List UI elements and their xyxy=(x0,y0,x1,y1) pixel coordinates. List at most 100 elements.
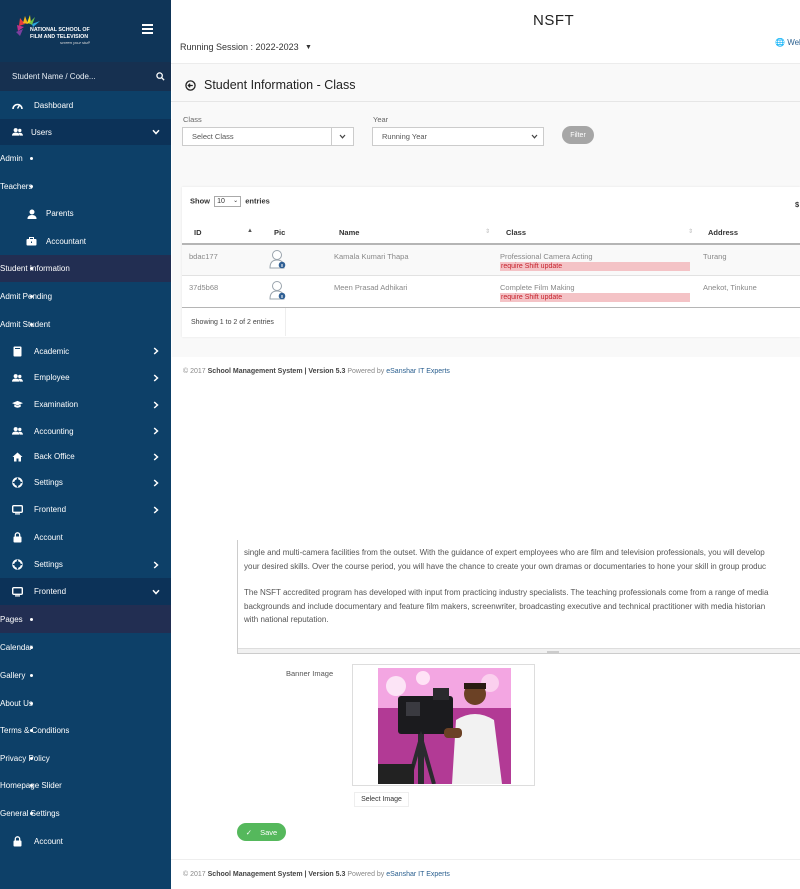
search-icon[interactable] xyxy=(149,67,171,87)
footer-system: School Management System | Version 5.3 xyxy=(207,871,346,878)
session-selector[interactable]: Running Session : 2022-2023 xyxy=(180,42,299,52)
sidebar-item-privacy-policy[interactable]: Privacy Policy xyxy=(0,744,171,772)
sidebar-item-label: Account xyxy=(34,836,63,846)
sidebar-item-gallery[interactable]: Gallery xyxy=(0,661,171,689)
chevron-right-icon xyxy=(152,478,160,487)
chevron-down-icon: ⌄ xyxy=(233,198,239,204)
column-header-id[interactable]: ID xyxy=(194,228,202,237)
column-header-address[interactable]: Address xyxy=(708,228,738,237)
sidebar-item-label: Academic xyxy=(34,346,70,356)
sidebar-item-account[interactable]: Account xyxy=(0,523,171,551)
sidebar-item-settings[interactable]: Settings xyxy=(0,551,171,578)
sidebar-item-parents[interactable]: Parents xyxy=(0,200,171,227)
sidebar: NATIONAL SCHOOL OF FILM AND TELEVISION s… xyxy=(0,0,171,889)
student-class: Professional Camera Acting xyxy=(500,252,593,261)
sidebar-item-examination[interactable]: Examination xyxy=(0,391,171,418)
sidebar-item-label: Parents xyxy=(46,209,74,218)
sidebar-item-admit-student[interactable]: Admit Student xyxy=(0,310,171,338)
sidebar-item-student-information[interactable]: Student Information xyxy=(0,255,171,282)
check-icon: ✓ xyxy=(245,827,253,837)
sidebar-item-settings[interactable]: Settings xyxy=(0,469,171,496)
monitor-icon xyxy=(12,504,23,515)
sidebar-item-homepage-slider[interactable]: Homepage Slider xyxy=(0,772,171,799)
footer-divider xyxy=(171,859,800,860)
sort-asc-icon[interactable]: ▲ xyxy=(247,228,253,234)
banner-image-preview xyxy=(352,664,535,786)
content-editor[interactable]: single and multi-camera facilities from … xyxy=(237,540,800,654)
year-label: Year xyxy=(373,115,389,124)
class-select[interactable]: Select Class xyxy=(182,127,354,146)
sidebar-item-label: Account xyxy=(34,532,63,542)
editor-resize-bar[interactable] xyxy=(238,648,800,653)
sidebar-item-calendar[interactable]: Calendar xyxy=(0,633,171,661)
lock-icon xyxy=(12,835,23,847)
footer-powered: Powered by xyxy=(347,871,385,878)
menu-toggle-icon[interactable] xyxy=(142,24,153,34)
sort-icon[interactable]: ⇕ xyxy=(688,228,693,235)
app-title: NSFT xyxy=(533,12,575,29)
student-class: Complete Film Making xyxy=(500,283,575,292)
sidebar-item-admin[interactable]: Admin xyxy=(0,145,171,172)
student-search-input[interactable]: Student Name / Code... xyxy=(12,72,149,81)
sidebar-item-back-office[interactable]: Back Office xyxy=(0,444,171,469)
back-arrow-icon[interactable] xyxy=(185,80,196,91)
sidebar-item-general-settings[interactable]: General Settings xyxy=(0,799,171,827)
student-search[interactable]: Student Name / Code... xyxy=(0,62,171,91)
table-row[interactable]: 37d5b68 Meen Prasad Adhikari Complete Fi… xyxy=(182,276,800,307)
sidebar-item-frontend[interactable]: Frontend xyxy=(0,578,171,605)
column-header-class[interactable]: Class xyxy=(506,228,526,237)
sidebar-item-account[interactable]: Account xyxy=(0,827,171,855)
sidebar-item-label: Homepage Slider xyxy=(0,781,62,790)
book-icon xyxy=(12,346,23,357)
column-header-name[interactable]: Name xyxy=(339,228,359,237)
gauge-icon xyxy=(12,100,23,111)
life-ring-icon xyxy=(12,477,23,488)
chevron-right-icon xyxy=(152,347,160,355)
sidebar-item-academic[interactable]: Academic xyxy=(0,338,171,364)
sidebar-item-employee[interactable]: Employee xyxy=(0,364,171,391)
save-button[interactable]: ✓ Save xyxy=(237,823,286,841)
sidebar-item-admit-pending[interactable]: Admit Pending xyxy=(0,282,171,310)
filter-button[interactable]: Filter xyxy=(562,126,594,144)
website-link[interactable]: 🌐 Web xyxy=(775,38,800,47)
sidebar-item-terms-conditions[interactable]: Terms & Conditions xyxy=(0,717,171,744)
sort-icon[interactable]: ⇕ xyxy=(485,228,490,235)
select-image-button[interactable]: Select Image xyxy=(354,792,409,807)
chevron-down-icon xyxy=(531,132,538,141)
chevron-right-icon xyxy=(152,560,160,569)
briefcase-icon xyxy=(26,236,37,247)
column-header-pic[interactable]: Pic xyxy=(274,228,285,237)
year-select[interactable]: Running Year xyxy=(372,127,544,146)
class-label: Class xyxy=(183,115,202,124)
sidebar-item-teachers[interactable]: Teachers xyxy=(0,172,171,200)
sidebar-item-about-us[interactable]: About Us xyxy=(0,689,171,717)
editor-text-line: with national reputation. xyxy=(244,615,329,624)
banner-image-label: Banner Image xyxy=(286,669,334,678)
sidebar-item-dashboard[interactable]: Dashboard xyxy=(0,92,171,119)
student-address: Turang xyxy=(703,252,727,261)
sidebar-item-pages[interactable]: Pages xyxy=(0,605,171,633)
sidebar-item-users[interactable]: Users xyxy=(0,119,171,145)
logo-tagline: screen your stuff xyxy=(60,40,90,45)
footer-company-link[interactable]: eSanshar IT Experts xyxy=(386,871,450,878)
entries-select[interactable]: 10 ⌄ xyxy=(214,196,242,207)
footer-company-link[interactable]: eSanshar IT Experts xyxy=(386,368,450,375)
sidebar-item-accountant[interactable]: Accountant xyxy=(0,227,171,255)
sidebar-item-label: Settings xyxy=(34,560,63,569)
bullet-icon xyxy=(30,617,33,621)
save-button-label: Save xyxy=(260,827,278,837)
sidebar-item-accounting[interactable]: Accounting xyxy=(0,418,171,444)
year-select-value: Running Year xyxy=(382,132,428,141)
sidebar-item-label: Admit Student xyxy=(0,319,51,329)
sidebar-item-frontend[interactable]: Frontend xyxy=(0,496,171,523)
life-ring-icon xyxy=(12,559,23,570)
users-icon xyxy=(12,426,23,437)
table-info: Showing 1 to 2 of 2 entries xyxy=(182,308,286,336)
table-row[interactable]: bdac177 Kamala Kumari Thapa Professional… xyxy=(182,245,800,276)
resize-grip-icon[interactable] xyxy=(547,651,559,653)
title-divider xyxy=(171,101,800,102)
caret-down-icon[interactable]: ▼ xyxy=(305,44,312,51)
student-id: 37d5b68 xyxy=(189,283,219,292)
footer: © 2017 School Management System | Versio… xyxy=(183,871,450,878)
sidebar-item-label: General Settings xyxy=(0,808,60,818)
